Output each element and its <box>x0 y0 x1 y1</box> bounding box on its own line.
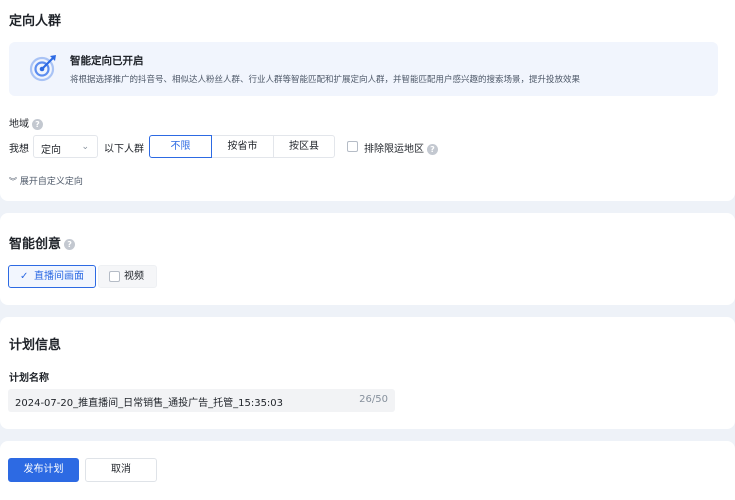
section-title-creative-row: 智能创意? <box>9 233 76 252</box>
region-label: 地域 <box>9 119 29 130</box>
creative-option-label: 直播间画面 <box>34 271 84 282</box>
creative-section <box>0 213 735 305</box>
section-title-plan: 计划信息 <box>9 338 62 353</box>
region-suffix-text: 以下人群 <box>104 144 144 155</box>
region-prefix-text: 我想 <box>9 144 29 155</box>
creative-option-label: 视频 <box>124 271 144 282</box>
creative-option-video[interactable]: 视频 <box>98 265 157 288</box>
double-chevron-down-icon: ︾ <box>9 177 17 186</box>
check-icon: ✓ <box>20 271 29 282</box>
targeting-mode-select[interactable]: 定向 ⌄ <box>33 135 98 158</box>
expand-custom-targeting-label: 展开自定义定向 <box>19 177 83 187</box>
targeting-section: 定向人群 智能定向已开启 将根据选择推广的抖音号、相似达人粉丝人群、行业人群等智… <box>0 0 735 201</box>
video-checkbox[interactable] <box>109 271 120 282</box>
help-icon[interactable]: ? <box>32 118 43 130</box>
help-icon[interactable]: ? <box>64 239 76 250</box>
region-label-row: 地域? <box>9 115 43 130</box>
chevron-down-icon: ⌄ <box>81 142 89 152</box>
section-title-creative: 智能创意 <box>9 237 62 252</box>
plan-name-value: 2024-07-20_推直播间_日常销售_通投广告_托管_15:35:03 <box>15 398 284 409</box>
exclude-region-row: 排除限运地区? <box>364 140 438 155</box>
smart-targeting-banner: 智能定向已开启 将根据选择推广的抖音号、相似达人粉丝人群、行业人群等智能匹配和扩… <box>9 42 718 96</box>
exclude-region-label: 排除限运地区 <box>364 144 424 155</box>
plan-name-label: 计划名称 <box>9 373 49 384</box>
region-option-unlimited[interactable]: 不限 <box>149 135 212 158</box>
publish-plan-button[interactable]: 发布计划 <box>8 458 79 482</box>
banner-description: 将根据选择推广的抖音号、相似达人粉丝人群、行业人群等智能匹配和扩展定向人群，并智… <box>70 75 581 85</box>
creative-option-live-room[interactable]: ✓ 直播间画面 <box>8 265 96 288</box>
plan-info-section <box>0 317 735 429</box>
targeting-mode-value: 定向 <box>41 145 61 156</box>
plan-name-char-count: 26/50 <box>359 394 388 405</box>
expand-custom-targeting-link[interactable]: ︾ 展开自定义定向 <box>9 174 83 187</box>
help-icon[interactable]: ? <box>427 143 438 155</box>
banner-title: 智能定向已开启 <box>70 55 144 67</box>
plan-name-input[interactable]: 2024-07-20_推直播间_日常销售_通投广告_托管_15:35:03 26… <box>8 389 395 412</box>
section-title-targeting: 定向人群 <box>9 14 62 29</box>
cancel-button[interactable]: 取消 <box>85 458 157 482</box>
target-icon <box>29 55 56 82</box>
region-option-province[interactable]: 按省市 <box>211 135 274 158</box>
region-option-county[interactable]: 按区县 <box>273 135 335 158</box>
exclude-region-checkbox[interactable] <box>347 141 358 152</box>
